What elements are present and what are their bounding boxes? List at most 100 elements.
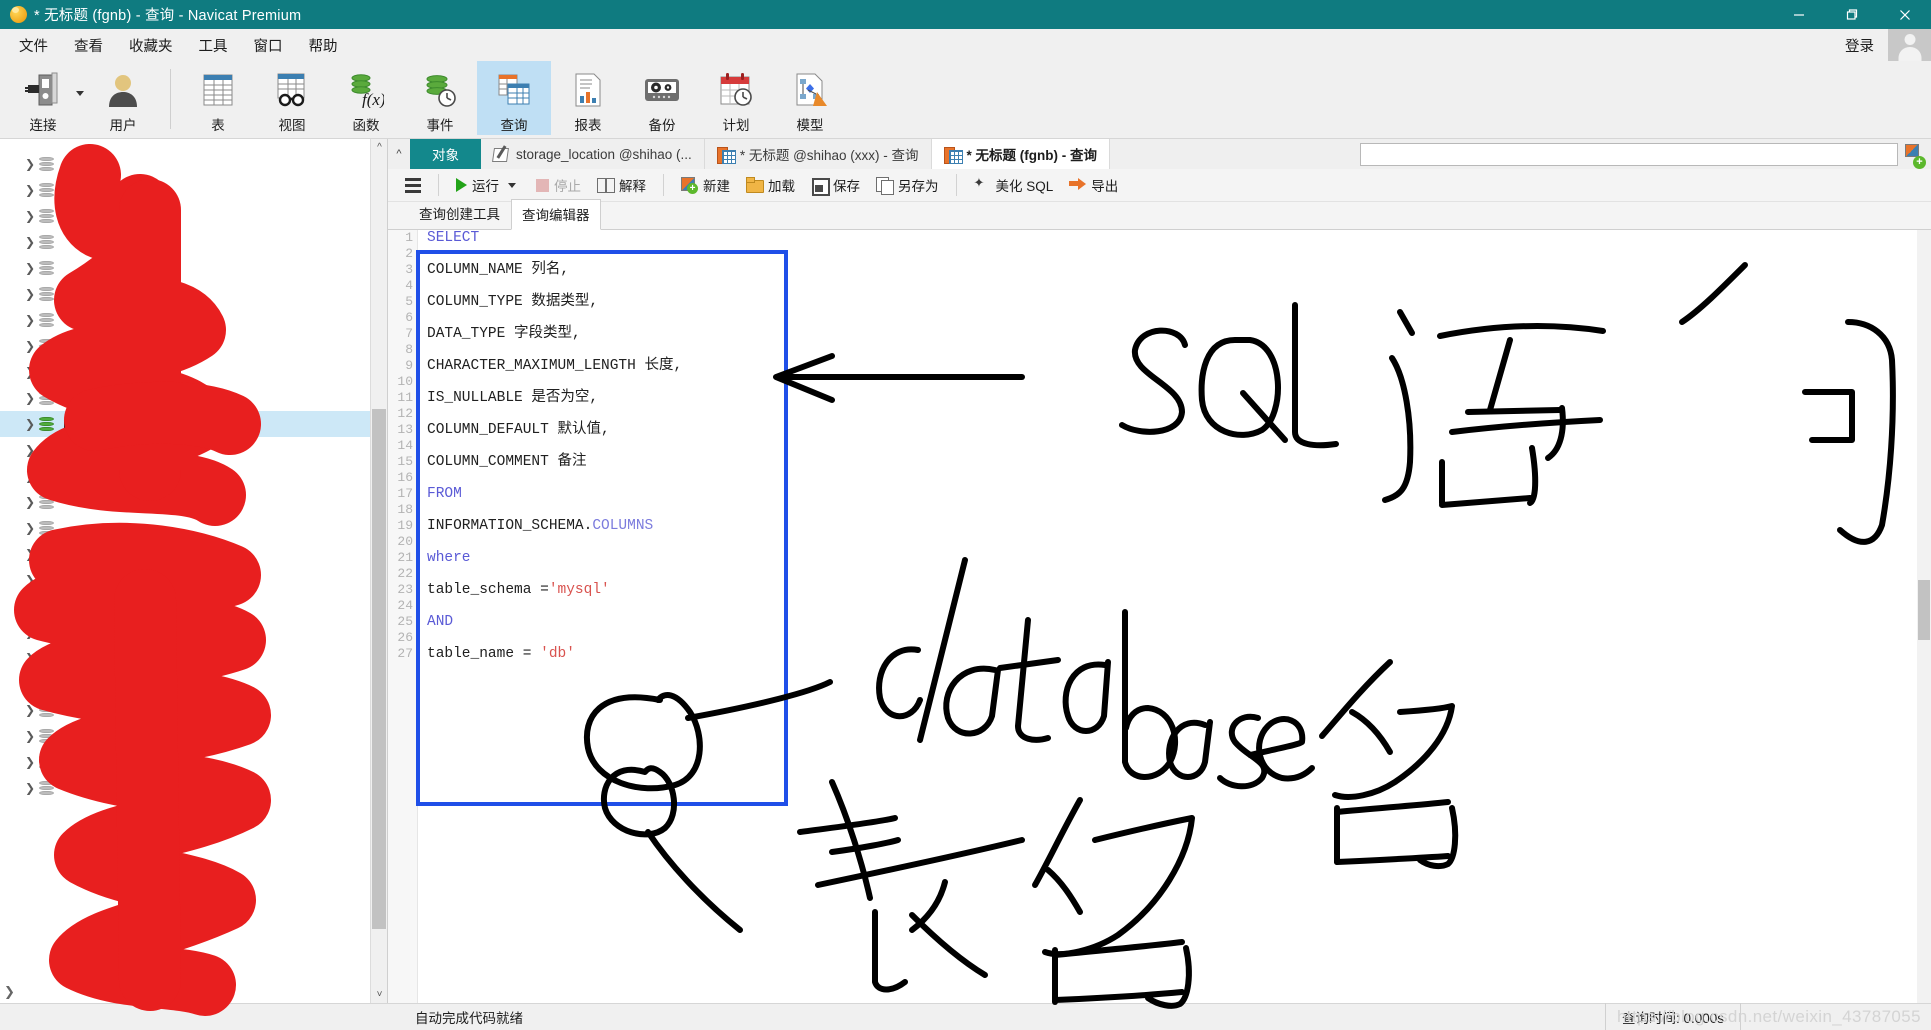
chevron-right-icon[interactable]: ❯	[22, 261, 38, 275]
ribbon-event[interactable]: 事件	[403, 61, 477, 135]
save-button[interactable]: 保存	[804, 172, 867, 198]
code-line[interactable]	[427, 598, 1931, 614]
menu-view[interactable]: 查看	[61, 31, 116, 60]
chevron-right-icon[interactable]: ❯	[22, 391, 38, 405]
tree-item[interactable]: ❯	[0, 203, 370, 229]
login-button[interactable]: 登录	[1845, 35, 1888, 56]
chevron-up-icon[interactable]: ^	[388, 139, 410, 169]
connection-input[interactable]	[1360, 142, 1898, 166]
code-line[interactable]: AND	[427, 614, 1931, 630]
tree-item[interactable]: ❯	[0, 333, 370, 359]
chevron-right-icon[interactable]: ❯	[22, 313, 38, 327]
tree-item[interactable]: ❯	[0, 645, 370, 671]
sql-editor[interactable]: 1 2 3 4 5 6 7 8 9 10 11 12 13 14 15 16 17 18 19 20 21 22 23 24 2…	[388, 230, 1931, 1003]
tree-item[interactable]: ❯	[0, 515, 370, 541]
chevron-right-icon[interactable]: ❯	[22, 625, 38, 639]
code-line[interactable]	[427, 470, 1931, 486]
ribbon-connection[interactable]: 连接	[0, 61, 86, 135]
chevron-right-icon[interactable]: ❯	[22, 547, 38, 561]
chevron-right-icon[interactable]: ❯	[22, 469, 38, 483]
sidebar-scrollbar[interactable]: ^ ˅	[370, 139, 387, 1003]
code-line[interactable]: table_name = 'db'	[427, 646, 1931, 662]
code-line[interactable]	[427, 310, 1931, 326]
avatar[interactable]	[1888, 29, 1931, 61]
ribbon-table[interactable]: 表	[181, 61, 255, 135]
ribbon-schedule[interactable]: 计划	[699, 61, 773, 135]
run-button[interactable]: 运行	[449, 172, 527, 198]
chevron-down-icon[interactable]: ˅	[371, 986, 387, 1003]
tree-item[interactable]: ❯	[0, 489, 370, 515]
menu-favorites[interactable]: 收藏夹	[116, 31, 186, 60]
menu-file[interactable]: 文件	[6, 31, 61, 60]
code-line[interactable]	[427, 406, 1931, 422]
menu-window[interactable]: 窗口	[241, 31, 296, 60]
tree-item[interactable]: ❯	[0, 619, 370, 645]
tree-item[interactable]: ❯	[0, 723, 370, 749]
sql-code-area[interactable]: SELECT COLUMN_NAME 列名, COLUMN_TYPE 数据类型, DA…	[418, 230, 1931, 1003]
chevron-right-icon[interactable]: ❯	[22, 183, 38, 197]
stop-button[interactable]: 停止	[529, 172, 588, 198]
tab-storage-location[interactable]: storage_location @shihao (...	[481, 139, 705, 169]
subtab-query-editor[interactable]: 查询编辑器	[511, 199, 601, 230]
chevron-right-icon[interactable]: ❯	[22, 729, 38, 743]
ribbon-user[interactable]: 用户	[86, 61, 160, 135]
chevron-right-icon[interactable]: ❯	[22, 443, 38, 457]
chevron-right-icon[interactable]: ❯	[22, 339, 38, 353]
ribbon-report[interactable]: 报表	[551, 61, 625, 135]
ribbon-backup[interactable]: 备份	[625, 61, 699, 135]
scrollbar-thumb[interactable]	[1918, 580, 1930, 640]
chevron-up-icon[interactable]: ^	[371, 139, 387, 156]
menu-tools[interactable]: 工具	[186, 31, 241, 60]
code-line[interactable]: COLUMN_COMMENT 备注	[427, 454, 1931, 470]
tab-objects[interactable]: 对象	[410, 139, 481, 169]
tree-item[interactable]: ❯	[0, 281, 370, 307]
code-line[interactable]: COLUMN_NAME 列名,	[427, 262, 1931, 278]
tree-item[interactable]: ❯	[0, 775, 370, 801]
code-line[interactable]	[427, 438, 1931, 454]
hamburger-icon[interactable]	[398, 172, 428, 198]
code-line[interactable]	[427, 534, 1931, 550]
code-line[interactable]	[427, 342, 1931, 358]
sidebar-item-mysql[interactable]: ❯ mysql	[0, 411, 370, 437]
code-line[interactable]: SELECT	[427, 230, 1931, 246]
menu-help[interactable]: 帮助	[296, 31, 351, 60]
tree-item[interactable]: ❯	[0, 749, 370, 775]
beautify-sql-button[interactable]: 美化 SQL	[967, 172, 1061, 198]
chevron-right-icon[interactable]: ❯	[22, 755, 38, 769]
chevron-right-icon[interactable]: ❯	[22, 287, 38, 301]
chevron-right-icon[interactable]: ❯	[22, 599, 38, 613]
tab-untitled-fgnb[interactable]: * 无标题 (fgnb) - 查询	[931, 139, 1111, 169]
tree-item[interactable]: ❯	[0, 593, 370, 619]
minimize-icon[interactable]	[1772, 0, 1825, 29]
tree-item[interactable]: ❯	[0, 567, 370, 593]
tree-item[interactable]: ❯	[0, 359, 370, 385]
export-button[interactable]: 导出	[1062, 172, 1125, 198]
code-line[interactable]	[427, 278, 1931, 294]
chevron-right-icon[interactable]: ❯	[22, 703, 38, 717]
new-query-button[interactable]: 新建	[674, 172, 737, 198]
tree-item[interactable]: ❯	[0, 177, 370, 203]
chevron-right-icon[interactable]: ❯	[22, 157, 38, 171]
scrollbar-thumb[interactable]	[372, 409, 386, 929]
chevron-right-icon[interactable]: ❯	[22, 573, 38, 587]
sidebar-expand-toggle[interactable]: ❯	[4, 984, 15, 1000]
add-connection-icon[interactable]	[1902, 142, 1927, 169]
code-line[interactable]: IS_NULLABLE 是否为空,	[427, 390, 1931, 406]
close-icon[interactable]	[1878, 0, 1931, 29]
load-button[interactable]: 加载	[739, 172, 802, 198]
tree-item[interactable]: ❯	[0, 385, 370, 411]
ribbon-query[interactable]: 查询	[477, 61, 551, 135]
chevron-down-icon[interactable]	[508, 182, 516, 188]
chevron-right-icon[interactable]: ❯	[22, 417, 38, 431]
chevron-right-icon[interactable]: ❯	[22, 651, 38, 665]
tree-item[interactable]: ❯	[0, 463, 370, 489]
code-line[interactable]: DATA_TYPE 字段类型,	[427, 326, 1931, 342]
code-line[interactable]	[427, 502, 1931, 518]
code-line[interactable]: COLUMN_TYPE 数据类型,	[427, 294, 1931, 310]
tree-item[interactable]: ❯	[0, 151, 370, 177]
chevron-right-icon[interactable]: ❯	[22, 209, 38, 223]
explain-button[interactable]: 解释	[590, 172, 653, 198]
code-line[interactable]	[427, 630, 1931, 646]
save-as-button[interactable]: 另存为	[869, 172, 946, 198]
chevron-right-icon[interactable]: ❯	[22, 677, 38, 691]
